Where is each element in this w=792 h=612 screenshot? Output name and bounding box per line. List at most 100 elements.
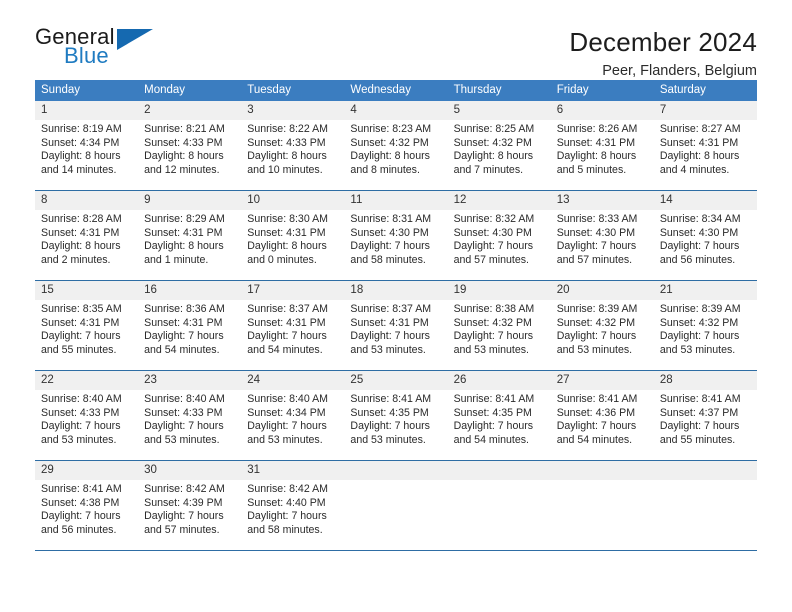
day-details: Sunrise: 8:32 AM Sunset: 4:30 PM Daylight:… bbox=[448, 210, 551, 267]
day-cell-3[interactable]: 3 Sunrise: 8:22 AM Sunset: 4:33 PM Daylight… bbox=[241, 101, 345, 190]
day-details: Sunrise: 8:33 AM Sunset: 4:30 PM Daylight:… bbox=[551, 210, 654, 267]
day-daylight2-text: and 0 minutes. bbox=[247, 253, 317, 266]
day-sunset-text: Sunset: 4:33 PM bbox=[41, 406, 120, 419]
day-sunset-text: Sunset: 4:31 PM bbox=[247, 226, 326, 239]
day-sunset-text: Sunset: 4:31 PM bbox=[144, 316, 223, 329]
day-sunset-text: Sunset: 4:34 PM bbox=[247, 406, 326, 419]
day-daylight2-text: and 58 minutes. bbox=[247, 523, 323, 536]
day-cell-28[interactable]: 28 Sunrise: 8:41 AM Sunset: 4:37 PM Dayligh… bbox=[653, 371, 757, 460]
day-daylight2-text: and 56 minutes. bbox=[659, 253, 736, 266]
day-sunrise-text: Sunrise: 8:21 AM bbox=[144, 123, 225, 135]
day-details: Sunrise: 8:30 AM Sunset: 4:31 PM Daylight:… bbox=[241, 210, 344, 267]
day-daylight2-text: and 57 minutes. bbox=[556, 253, 633, 266]
day-daylight1-text: Daylight: 8 hours bbox=[144, 240, 224, 253]
day-sunset-text: Sunset: 4:36 PM bbox=[556, 406, 636, 419]
day-daylight2-text: and 54 minutes. bbox=[556, 433, 633, 446]
day-sunset-text: Sunset: 4:31 PM bbox=[247, 316, 326, 329]
day-cell-4[interactable]: 4 Sunrise: 8:23 AM Sunset: 4:32 PM Daylight… bbox=[344, 101, 448, 190]
day-sunrise-text: Sunrise: 8:37 AM bbox=[350, 303, 432, 315]
day-daylight2-text: and 53 minutes. bbox=[453, 343, 529, 356]
day-number: 12 bbox=[447, 191, 551, 210]
day-daylight1-text: Daylight: 7 hours bbox=[659, 420, 740, 433]
day-number: 30 bbox=[138, 461, 242, 480]
day-cell-25[interactable]: 25 Sunrise: 8:41 AM Sunset: 4:35 PM Dayligh… bbox=[344, 371, 448, 460]
week-row: 15 Sunrise: 8:35 AM Sunset: 4:31 PM Dayligh… bbox=[35, 281, 757, 371]
day-cell-1[interactable]: 1 Sunrise: 8:19 AM Sunset: 4:34 PM Daylight… bbox=[35, 101, 139, 190]
day-daylight1-text: Daylight: 7 hours bbox=[41, 420, 121, 433]
day-number: 24 bbox=[241, 371, 345, 390]
day-cell-13[interactable]: 13 Sunrise: 8:33 AM Sunset: 4:30 PM Dayligh… bbox=[550, 191, 654, 280]
day-daylight2-text: and 53 minutes. bbox=[144, 433, 220, 446]
day-cell-14[interactable]: 14 Sunrise: 8:34 AM Sunset: 4:30 PM Dayligh… bbox=[653, 191, 757, 280]
day-sunrise-text: Sunrise: 8:41 AM bbox=[453, 393, 535, 405]
day-details: Sunrise: 8:39 AM Sunset: 4:32 PM Daylight:… bbox=[654, 300, 757, 357]
day-daylight1-text: Daylight: 7 hours bbox=[453, 330, 534, 343]
day-number: 23 bbox=[138, 371, 242, 390]
day-cell-15[interactable]: 15 Sunrise: 8:35 AM Sunset: 4:31 PM Dayligh… bbox=[35, 281, 139, 370]
day-cell-26[interactable]: 26 Sunrise: 8:41 AM Sunset: 4:35 PM Dayligh… bbox=[447, 371, 551, 460]
day-cell-6[interactable]: 6 Sunrise: 8:26 AM Sunset: 4:31 PM Daylight… bbox=[550, 101, 654, 190]
day-sunrise-text: Sunrise: 8:41 AM bbox=[350, 393, 432, 405]
day-daylight1-text: Daylight: 8 hours bbox=[41, 240, 121, 253]
day-cell-29[interactable]: 29 Sunrise: 8:41 AM Sunset: 4:38 PM Dayligh… bbox=[35, 461, 139, 550]
day-details: Sunrise: 8:38 AM Sunset: 4:32 PM Daylight:… bbox=[448, 300, 551, 357]
day-daylight2-text: and 55 minutes. bbox=[41, 343, 117, 356]
weekday-header-row: Sunday Monday Tuesday Wednesday Thursday Frid… bbox=[35, 80, 757, 101]
day-cell-31[interactable]: 31 Sunrise: 8:42 AM Sunset: 4:40 PM Dayligh… bbox=[241, 461, 345, 550]
day-daylight2-text: and 56 minutes. bbox=[41, 523, 117, 536]
day-cell-24[interactable]: 24 Sunrise: 8:40 AM Sunset: 4:34 PM Dayligh… bbox=[241, 371, 345, 460]
day-daylight2-text: and 14 minutes. bbox=[41, 163, 117, 176]
day-number bbox=[550, 461, 654, 480]
day-cell-22[interactable]: 22 Sunrise: 8:40 AM Sunset: 4:33 PM Dayligh… bbox=[35, 371, 139, 460]
day-daylight1-text: Daylight: 7 hours bbox=[247, 420, 327, 433]
day-details: Sunrise: 8:39 AM Sunset: 4:32 PM Daylight:… bbox=[551, 300, 654, 357]
day-cell-empty bbox=[550, 461, 654, 550]
day-details: Sunrise: 8:41 AM Sunset: 4:38 PM Daylight:… bbox=[35, 480, 138, 537]
day-cell-18[interactable]: 18 Sunrise: 8:37 AM Sunset: 4:31 PM Dayligh… bbox=[344, 281, 448, 370]
day-details: Sunrise: 8:37 AM Sunset: 4:31 PM Daylight:… bbox=[344, 300, 447, 357]
day-daylight1-text: Daylight: 8 hours bbox=[41, 150, 121, 163]
week-row: 8 Sunrise: 8:28 AM Sunset: 4:31 PM Daylight… bbox=[35, 191, 757, 281]
day-sunset-text: Sunset: 4:31 PM bbox=[556, 136, 636, 149]
day-details: Sunrise: 8:42 AM Sunset: 4:40 PM Daylight:… bbox=[241, 480, 344, 537]
day-sunrise-text: Sunrise: 8:26 AM bbox=[556, 123, 638, 135]
week-row: 29 Sunrise: 8:41 AM Sunset: 4:38 PM Dayligh… bbox=[35, 461, 757, 551]
day-cell-7[interactable]: 7 Sunrise: 8:27 AM Sunset: 4:31 PM Daylight… bbox=[653, 101, 757, 190]
generalblue-logo[interactable]: General Blue bbox=[35, 26, 165, 72]
day-number: 8 bbox=[35, 191, 139, 210]
day-cell-27[interactable]: 27 Sunrise: 8:41 AM Sunset: 4:36 PM Dayligh… bbox=[550, 371, 654, 460]
day-number: 1 bbox=[35, 101, 139, 120]
day-daylight1-text: Daylight: 8 hours bbox=[144, 150, 224, 163]
day-number: 17 bbox=[241, 281, 345, 300]
day-cell-23[interactable]: 23 Sunrise: 8:40 AM Sunset: 4:33 PM Dayligh… bbox=[138, 371, 242, 460]
day-number: 15 bbox=[35, 281, 139, 300]
day-cell-20[interactable]: 20 Sunrise: 8:39 AM Sunset: 4:32 PM Dayligh… bbox=[550, 281, 654, 370]
day-daylight2-text: and 8 minutes. bbox=[350, 163, 420, 176]
day-cell-2[interactable]: 2 Sunrise: 8:21 AM Sunset: 4:33 PM Daylight… bbox=[138, 101, 242, 190]
day-cell-5[interactable]: 5 Sunrise: 8:25 AM Sunset: 4:32 PM Daylight… bbox=[447, 101, 551, 190]
day-sunset-text: Sunset: 4:32 PM bbox=[453, 136, 532, 149]
day-cell-10[interactable]: 10 Sunrise: 8:30 AM Sunset: 4:31 PM Dayligh… bbox=[241, 191, 345, 280]
day-daylight1-text: Daylight: 7 hours bbox=[247, 510, 327, 523]
day-cell-16[interactable]: 16 Sunrise: 8:36 AM Sunset: 4:31 PM Dayligh… bbox=[138, 281, 242, 370]
day-daylight2-text: and 53 minutes. bbox=[41, 433, 117, 446]
day-details: Sunrise: 8:29 AM Sunset: 4:31 PM Daylight:… bbox=[138, 210, 241, 267]
day-daylight2-text: and 54 minutes. bbox=[247, 343, 323, 356]
day-daylight1-text: Daylight: 8 hours bbox=[453, 150, 534, 163]
day-sunrise-text: Sunrise: 8:37 AM bbox=[247, 303, 328, 315]
day-number: 10 bbox=[241, 191, 345, 210]
day-daylight2-text: and 53 minutes. bbox=[556, 343, 633, 356]
day-cell-19[interactable]: 19 Sunrise: 8:38 AM Sunset: 4:32 PM Dayligh… bbox=[447, 281, 551, 370]
day-cell-9[interactable]: 9 Sunrise: 8:29 AM Sunset: 4:31 PM Daylight… bbox=[138, 191, 242, 280]
day-details: Sunrise: 8:41 AM Sunset: 4:37 PM Daylight:… bbox=[654, 390, 757, 447]
day-cell-30[interactable]: 30 Sunrise: 8:42 AM Sunset: 4:39 PM Dayligh… bbox=[138, 461, 242, 550]
day-cell-11[interactable]: 11 Sunrise: 8:31 AM Sunset: 4:30 PM Dayligh… bbox=[344, 191, 448, 280]
day-cell-12[interactable]: 12 Sunrise: 8:32 AM Sunset: 4:30 PM Dayligh… bbox=[447, 191, 551, 280]
day-cell-21[interactable]: 21 Sunrise: 8:39 AM Sunset: 4:32 PM Dayligh… bbox=[653, 281, 757, 370]
day-cell-8[interactable]: 8 Sunrise: 8:28 AM Sunset: 4:31 PM Daylight… bbox=[35, 191, 139, 280]
day-sunset-text: Sunset: 4:38 PM bbox=[41, 496, 120, 509]
day-cell-17[interactable]: 17 Sunrise: 8:37 AM Sunset: 4:31 PM Dayligh… bbox=[241, 281, 345, 370]
day-sunset-text: Sunset: 4:37 PM bbox=[659, 406, 739, 419]
day-sunrise-text: Sunrise: 8:27 AM bbox=[659, 123, 741, 135]
day-sunset-text: Sunset: 4:39 PM bbox=[144, 496, 223, 509]
